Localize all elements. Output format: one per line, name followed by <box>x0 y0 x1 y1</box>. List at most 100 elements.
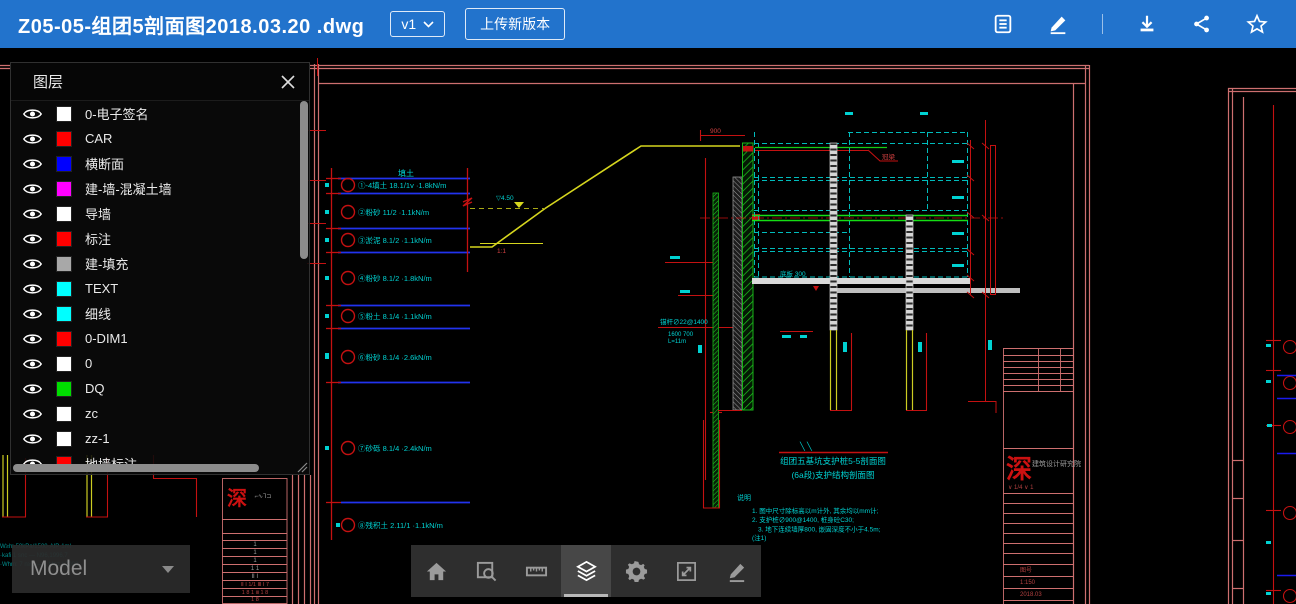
measure-button[interactable] <box>511 545 561 597</box>
frame-zoom-button[interactable] <box>461 545 511 597</box>
eye-visibility-icon[interactable] <box>23 432 42 446</box>
vertical-scrollbar[interactable] <box>300 101 308 259</box>
eye-visibility-icon[interactable] <box>23 407 42 421</box>
svg-text:1. 图中尺寸除标高以m计外, 其余均以mm计;: 1. 图中尺寸除标高以m计外, 其余均以mm计; <box>752 506 879 515</box>
svg-text:▽4.50: ▽4.50 <box>496 195 514 202</box>
svg-text:(6a段)支护结构剖面图: (6a段)支护结构剖面图 <box>791 470 874 480</box>
layer-color-swatch <box>56 406 72 422</box>
layer-color-swatch <box>56 231 72 247</box>
svg-text:①-4填土 18.1/1v ·1.8kN/m: ①-4填土 18.1/1v ·1.8kN/m <box>358 180 446 190</box>
home-icon <box>425 560 448 583</box>
eye-visibility-icon[interactable] <box>23 207 42 221</box>
eye-visibility-icon[interactable] <box>23 307 42 321</box>
download-icon[interactable] <box>1136 13 1158 35</box>
layer-row[interactable]: 建-填充 <box>11 251 309 276</box>
layer-name: zc <box>85 406 98 421</box>
pen-icon[interactable] <box>1047 13 1069 35</box>
svg-text:⑤粉土 8.1/4 ·1.1kN/m: ⑤粉土 8.1/4 ·1.1kN/m <box>358 311 432 321</box>
layer-color-swatch <box>56 431 72 447</box>
fullscreen-button[interactable] <box>661 545 711 597</box>
layer-color-swatch <box>56 256 72 272</box>
close-icon[interactable] <box>279 73 297 91</box>
svg-text:底板 300: 底板 300 <box>780 269 806 278</box>
layer-row[interactable]: 0 <box>11 351 309 376</box>
strata-header-label: 填土 <box>398 168 414 178</box>
chevron-down-icon <box>423 21 434 28</box>
document-icon[interactable] <box>992 13 1014 35</box>
eye-visibility-icon[interactable] <box>23 157 42 171</box>
eye-visibility-icon[interactable] <box>23 232 42 246</box>
layer-color-swatch <box>56 206 72 222</box>
svg-text:⑦砂砾 8.1/4 ·2.4kN/m: ⑦砂砾 8.1/4 ·2.4kN/m <box>358 443 432 453</box>
layer-row[interactable]: TEXT <box>11 276 309 301</box>
svg-text:L=11m: L=11m <box>668 339 686 345</box>
dropdown-arrow-icon <box>162 566 174 573</box>
settings-button[interactable] <box>611 545 661 597</box>
layers-panel: 图层 0-电子签名CAR横断面建-墙-混凝土墙导墙标注建-填充 TEXT 细线 0-D… <box>10 62 310 475</box>
svg-text:1 8 1 ⅲ 1 8: 1 8 1 ⅲ 1 8 <box>242 589 268 596</box>
layer-row[interactable]: 横断面 <box>11 151 309 176</box>
svg-text:2018.03: 2018.03 <box>1020 592 1042 598</box>
home-button[interactable] <box>411 545 461 597</box>
pencil-icon <box>725 560 748 583</box>
horizontal-scrollbar[interactable] <box>13 464 259 472</box>
svg-text:1 1: 1 1 <box>251 566 260 572</box>
layer-row[interactable]: zz-1 <box>11 426 309 451</box>
layer-color-swatch <box>56 381 72 397</box>
annotate-button[interactable] <box>711 545 761 597</box>
layer-row[interactable]: CAR <box>11 126 309 151</box>
svg-text:冠梁: 冠梁 <box>882 152 896 161</box>
layer-name: DQ <box>85 381 105 396</box>
layer-name: 导墙 <box>85 204 111 223</box>
svg-text:图号: 图号 <box>1020 567 1032 574</box>
layer-row[interactable]: 细线 <box>11 301 309 326</box>
version-label: v1 <box>401 16 416 32</box>
logo-mark-2: 深 <box>227 487 247 510</box>
eye-visibility-icon[interactable] <box>23 357 42 371</box>
layer-color-swatch <box>56 156 72 172</box>
layers-panel-title: 图层 <box>33 71 63 92</box>
resize-handle[interactable] <box>297 462 308 473</box>
layer-color-swatch <box>56 181 72 197</box>
fullscreen-icon <box>675 560 698 583</box>
layer-name: TEXT <box>85 281 118 296</box>
eye-visibility-icon[interactable] <box>23 182 42 196</box>
svg-text:②粉砂 11/2 ·1.1kN/m: ②粉砂 11/2 ·1.1kN/m <box>358 207 429 217</box>
eye-visibility-icon[interactable] <box>23 282 42 296</box>
layer-row[interactable]: zc <box>11 401 309 426</box>
layer-color-swatch <box>56 131 72 147</box>
ruler-icon <box>525 560 548 583</box>
eye-visibility-icon[interactable] <box>23 132 42 146</box>
layers-button[interactable] <box>561 545 611 597</box>
model-selector[interactable]: Model <box>12 545 190 593</box>
upload-new-version-button[interactable]: 上传新版本 <box>465 8 565 40</box>
layer-row[interactable]: 导墙 <box>11 201 309 226</box>
version-dropdown[interactable]: v1 <box>390 11 445 37</box>
gear-icon <box>625 560 648 583</box>
share-icon[interactable] <box>1191 13 1213 35</box>
layer-row[interactable]: DQ <box>11 376 309 401</box>
layer-row[interactable]: 0-DIM1 <box>11 326 309 351</box>
eye-visibility-icon[interactable] <box>23 107 42 121</box>
layer-name: 标注 <box>85 229 111 248</box>
eye-visibility-icon[interactable] <box>23 332 42 346</box>
layer-name: 建-墙-混凝土墙 <box>85 179 172 198</box>
layer-name: 0-DIM1 <box>85 331 128 346</box>
layers-panel-header: 图层 <box>11 63 309 101</box>
layer-name: 0 <box>85 356 92 371</box>
svg-text:900: 900 <box>710 128 721 135</box>
svg-text:说明: 说明 <box>737 493 751 502</box>
layer-name: 建-填充 <box>85 254 128 273</box>
svg-text:1 8: 1 8 <box>251 597 259 603</box>
frame-zoom-icon <box>475 560 498 583</box>
app-window: 填土 ①-4填土 18.1/1v ·1.8kN/m ②粉砂 11/2 ·1.1k… <box>0 0 1296 604</box>
eye-visibility-icon[interactable] <box>23 257 42 271</box>
layer-row[interactable]: 0-电子签名 <box>11 101 309 126</box>
svg-text:Ⅱ Ⅰ 1/1 Ⅲ Ⅰ 7: Ⅱ Ⅰ 1/1 Ⅲ Ⅰ 7 <box>241 582 269 588</box>
svg-text:⑥粉砂 8.1/4 ·2.6kN/m: ⑥粉砂 8.1/4 ·2.6kN/m <box>358 352 432 362</box>
eye-visibility-icon[interactable] <box>23 382 42 396</box>
star-icon[interactable] <box>1246 13 1268 35</box>
layer-row[interactable]: 建-墙-混凝土墙 <box>11 176 309 201</box>
layer-row[interactable]: 标注 <box>11 226 309 251</box>
layer-name: zz-1 <box>85 431 110 446</box>
